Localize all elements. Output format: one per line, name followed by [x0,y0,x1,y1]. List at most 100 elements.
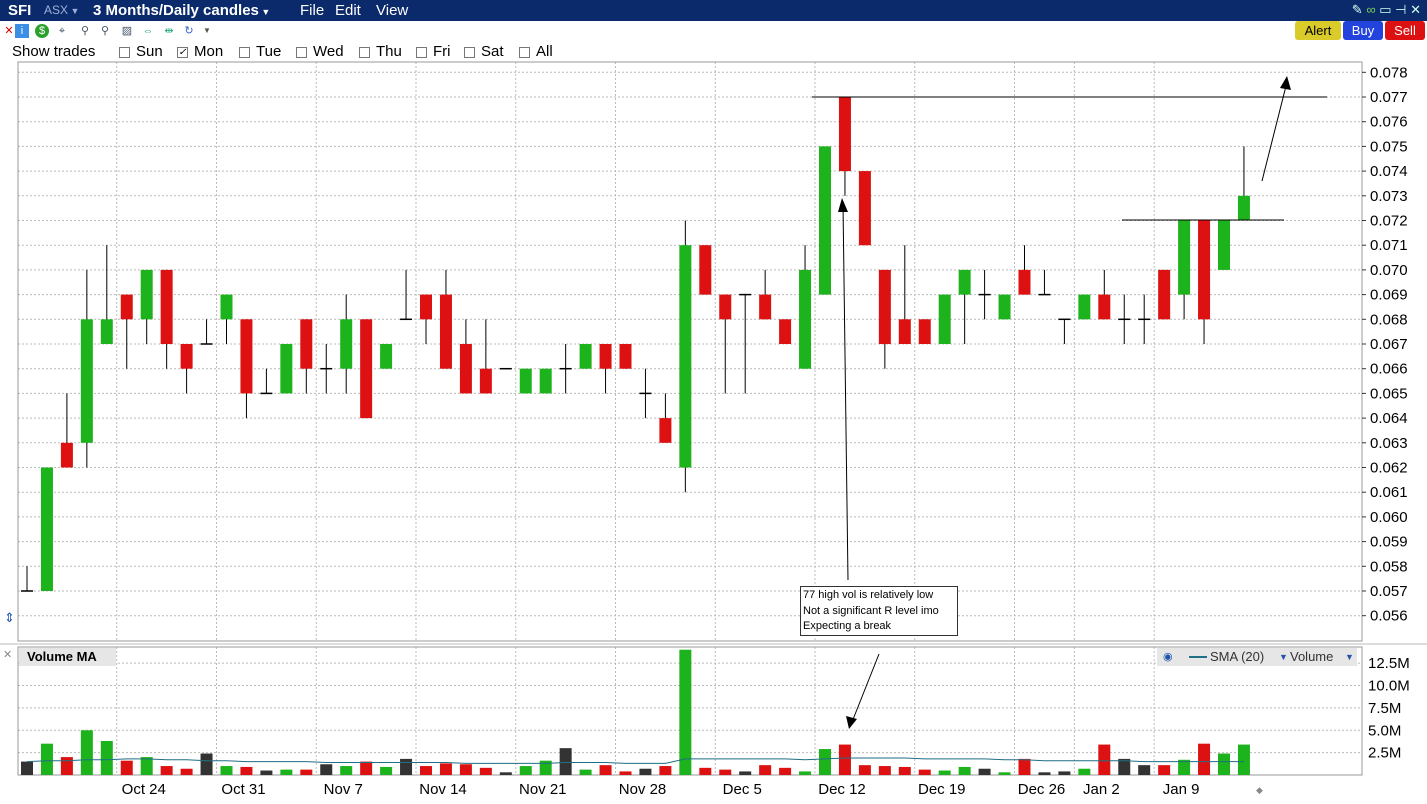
candle[interactable] [759,269,772,320]
candle-body [180,344,193,369]
candle[interactable] [21,566,33,592]
annotation-note[interactable]: 77 high vol is relatively low Not a sign… [800,586,958,636]
volume-bar [300,769,313,775]
scroll-right-icon[interactable]: ◆ [1256,786,1263,796]
chevron-down-icon[interactable]: ▼ [1279,648,1288,666]
candle-body [958,269,971,295]
candle[interactable] [1078,294,1091,320]
candle[interactable] [998,294,1011,320]
candle[interactable] [659,393,672,443]
candle[interactable] [80,269,93,468]
candle[interactable] [579,344,592,369]
date-tick-label: Oct 24 [122,781,166,798]
price-chart[interactable]: 0.078 0.077 0.076 0.075 0.074 0.073 0.072 0.071… [0,0,1427,804]
candle[interactable] [819,146,831,295]
candle[interactable] [439,269,452,369]
candle-body [1198,220,1211,320]
candle-body [360,319,373,419]
price-tick-label: 0.065 [1370,385,1408,402]
volume-pointer-line [851,653,880,723]
candle[interactable] [60,393,73,468]
candle[interactable] [1118,294,1131,344]
volume-bar [380,766,393,775]
candle[interactable] [1158,269,1171,320]
volume-bar [120,760,133,775]
candle[interactable] [120,294,133,369]
candle[interactable] [240,319,253,419]
note-line: Not a significant R level imo [803,604,939,617]
volume-bar [80,730,93,775]
candle-body [898,319,911,344]
candle[interactable] [479,319,492,394]
candle[interactable] [679,220,692,493]
date-tick-label: Dec 5 [723,781,762,798]
candle[interactable] [539,368,552,394]
candle[interactable] [320,344,333,394]
date-tick-label: Dec 12 [818,781,866,798]
chevron-down-icon[interactable]: ▼ [1345,648,1354,666]
legend-volume-label[interactable]: Volume [1290,648,1333,666]
candle[interactable] [260,368,273,395]
price-tick-label: 0.060 [1370,509,1408,526]
close-panel-icon[interactable]: ✕ [3,648,12,661]
candle[interactable] [619,344,632,369]
candle[interactable] [858,171,871,246]
candle[interactable] [958,269,971,344]
candle[interactable] [1058,318,1071,344]
candle-body [1078,294,1091,320]
candle-body [220,294,233,320]
volume-bar [799,771,812,775]
candle[interactable] [938,294,951,344]
volume-bar [819,749,831,775]
volume-bar [898,766,911,775]
candle[interactable] [140,269,153,344]
candle[interactable] [898,245,911,344]
candle[interactable] [699,245,712,295]
candle[interactable] [300,319,313,394]
candle[interactable] [380,344,393,369]
volume-bar [918,769,931,775]
candle[interactable] [739,293,752,394]
candle[interactable] [599,344,612,394]
candle[interactable] [1098,269,1111,320]
candle[interactable] [1018,245,1031,295]
candle[interactable] [1138,294,1151,344]
price-tick-label: 0.071 [1370,237,1408,254]
price-tick-label: 0.062 [1370,460,1408,477]
candle[interactable] [978,269,991,320]
candle[interactable] [340,294,353,394]
candle[interactable] [838,97,851,196]
candle[interactable] [280,344,293,394]
candle[interactable] [1178,220,1191,320]
candle[interactable] [639,368,652,419]
price-tick-label: 0.076 [1370,114,1408,131]
candle[interactable] [559,344,572,394]
candle[interactable] [918,319,931,344]
candle[interactable] [1198,220,1211,345]
volume-bar [260,770,273,775]
settings-icon[interactable]: ◉ [1163,648,1173,666]
candle[interactable] [160,269,173,369]
candle[interactable] [719,294,732,394]
candle[interactable] [779,319,792,344]
candle[interactable] [220,294,233,344]
candle[interactable] [180,344,193,394]
resize-handle-icon[interactable]: ⇕ [4,611,15,626]
candle[interactable] [1237,146,1250,221]
candle[interactable] [200,319,213,345]
volume-bar [160,766,173,775]
candle[interactable] [1038,269,1051,296]
candle[interactable] [459,319,472,394]
legend-sma-label[interactable]: SMA (20) [1210,648,1264,666]
candle[interactable] [360,319,373,419]
candle[interactable] [1218,220,1230,270]
candle[interactable] [420,294,432,344]
candle[interactable] [519,368,532,394]
candle[interactable] [40,467,53,592]
candle-body [100,319,113,344]
candle-body [619,344,632,369]
candle-body [140,269,153,320]
candle[interactable] [878,269,891,369]
price-tick-label: 0.059 [1370,534,1408,551]
candle[interactable] [799,245,812,369]
